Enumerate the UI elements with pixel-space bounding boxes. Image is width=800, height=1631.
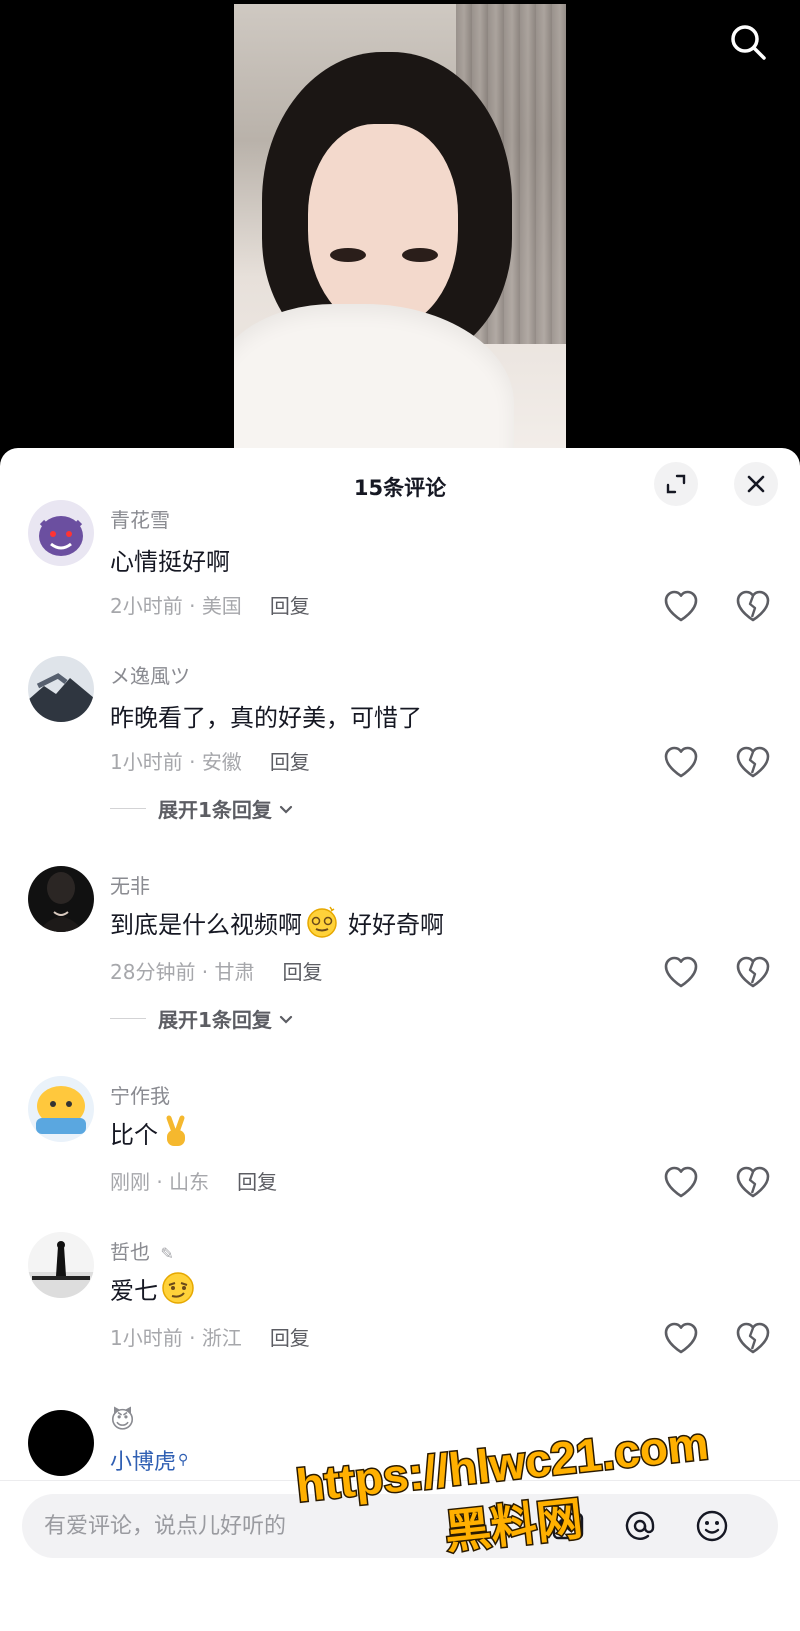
expand-button[interactable] [654, 462, 698, 506]
expand-replies-button[interactable]: 展开1条回复 [110, 1004, 296, 1033]
comment-text: 到底是什么视频啊 好好奇啊 [110, 904, 444, 940]
comment-meta: 28分钟前 · 甘肃 回复 [110, 960, 323, 984]
expand-replies-label: 展开1条回复 [158, 798, 272, 822]
comment-text-part: 好好奇啊 [348, 910, 444, 939]
chevron-down-icon [279, 1015, 293, 1024]
comment-location: 山东 [169, 1170, 210, 1194]
reply-button[interactable]: 回复 [283, 960, 323, 984]
broken-heart-icon[interactable] [734, 588, 772, 624]
comment-username[interactable]: 无非 [110, 870, 150, 899]
pencil-mark-icon: ✎ [160, 1244, 174, 1263]
expand-icon [666, 474, 686, 494]
reply-button[interactable]: 回复 [270, 750, 310, 774]
search-icon[interactable] [726, 20, 770, 64]
avatar[interactable] [28, 500, 94, 566]
comment-location: 浙江 [201, 1326, 242, 1350]
comment-text: 比个 [110, 1114, 194, 1150]
comment-meta: 1小时前 · 浙江 回复 [110, 1326, 310, 1350]
comment-username-text: 哲也 [110, 1240, 150, 1264]
reply-button[interactable]: 回复 [270, 594, 310, 618]
expand-replies-label: 展开1条回复 [158, 1008, 272, 1032]
comment-text: 小博虎 ⚲ [110, 1444, 188, 1476]
comment-meta: 2小时前 · 美国 回复 [110, 594, 310, 618]
broken-heart-icon[interactable] [734, 954, 772, 990]
comment-username[interactable]: メ逸風ツ [110, 660, 190, 689]
reply-button[interactable]: 回复 [237, 1170, 277, 1194]
comment-username[interactable]: 宁作我 [110, 1080, 170, 1109]
expand-divider [110, 808, 146, 809]
expand-divider [110, 1018, 146, 1019]
broken-heart-icon[interactable] [734, 1320, 772, 1356]
broken-heart-icon[interactable] [734, 744, 772, 780]
close-icon [747, 475, 765, 493]
smirk-emoji-icon [160, 1270, 196, 1306]
comment-username[interactable]: 哲也 ✎ [110, 1236, 174, 1265]
dizzy-face-emoji-icon [304, 904, 340, 940]
image-icon[interactable] [548, 1506, 588, 1546]
video-subject-eye [330, 248, 366, 262]
heart-icon[interactable] [662, 744, 700, 780]
comment-text-part: 比个 [110, 1120, 158, 1149]
broken-heart-icon[interactable] [734, 1164, 772, 1200]
comment-location: 美国 [201, 594, 242, 618]
comment-time: 1小时前 [110, 1326, 183, 1350]
comment-input-bar [22, 1494, 778, 1558]
heart-icon[interactable] [662, 1320, 700, 1356]
comment-meta: 刚刚 · 山东 回复 [110, 1170, 278, 1194]
comment-username[interactable]: 青花雪 [110, 504, 170, 533]
comment-time: 1小时前 [110, 750, 183, 774]
victory-hand-emoji-icon [160, 1114, 192, 1150]
comment-text: 爱七 [110, 1270, 198, 1306]
at-icon[interactable] [620, 1506, 660, 1546]
comment-time: 28分钟前 [110, 960, 196, 984]
comment-input[interactable] [44, 1494, 544, 1558]
comment-text-part: 到底是什么视频啊 [110, 910, 302, 939]
video-subject-eye [402, 248, 438, 262]
search-small-icon: ⚲ [178, 1452, 189, 1468]
comment-time: 2小时前 [110, 594, 183, 618]
comment-location: 安徽 [201, 750, 242, 774]
close-button[interactable] [734, 462, 778, 506]
heart-icon[interactable] [662, 588, 700, 624]
comment-location: 甘肃 [214, 960, 255, 984]
comment-time: 刚刚 [110, 1170, 150, 1194]
comment-text: 昨晚看了，真的好美，可惜了 [110, 704, 422, 732]
input-divider [0, 1480, 800, 1481]
avatar[interactable] [28, 866, 94, 932]
video-subject-face [308, 124, 458, 329]
video-frame[interactable] [234, 4, 566, 460]
comment-text-part: 爱七 [110, 1276, 158, 1305]
comment-text-part: 小博虎 [110, 1450, 177, 1475]
expand-replies-button[interactable]: 展开1条回复 [110, 794, 296, 823]
chevron-down-icon [279, 805, 293, 814]
reply-button[interactable]: 回复 [270, 1326, 310, 1350]
avatar[interactable] [28, 1076, 94, 1142]
comment-text: 心情挺好啊 [110, 548, 230, 576]
avatar[interactable] [28, 1410, 94, 1476]
heart-icon[interactable] [662, 1164, 700, 1200]
avatar[interactable] [28, 656, 94, 722]
video-area[interactable] [0, 0, 800, 460]
heart-icon[interactable] [662, 954, 700, 990]
avatar[interactable] [28, 1232, 94, 1298]
comment-meta: 1小时前 · 安徽 回复 [110, 750, 310, 774]
emoji-icon[interactable] [692, 1506, 732, 1546]
comment-username-emoji[interactable]: 😈 [110, 1406, 135, 1434]
comment-sheet: 15条评论 青花雪 心情挺好啊 2小时前 · 美国 回复 メ逸風ツ 昨晚看了，真的… [0, 448, 800, 1631]
